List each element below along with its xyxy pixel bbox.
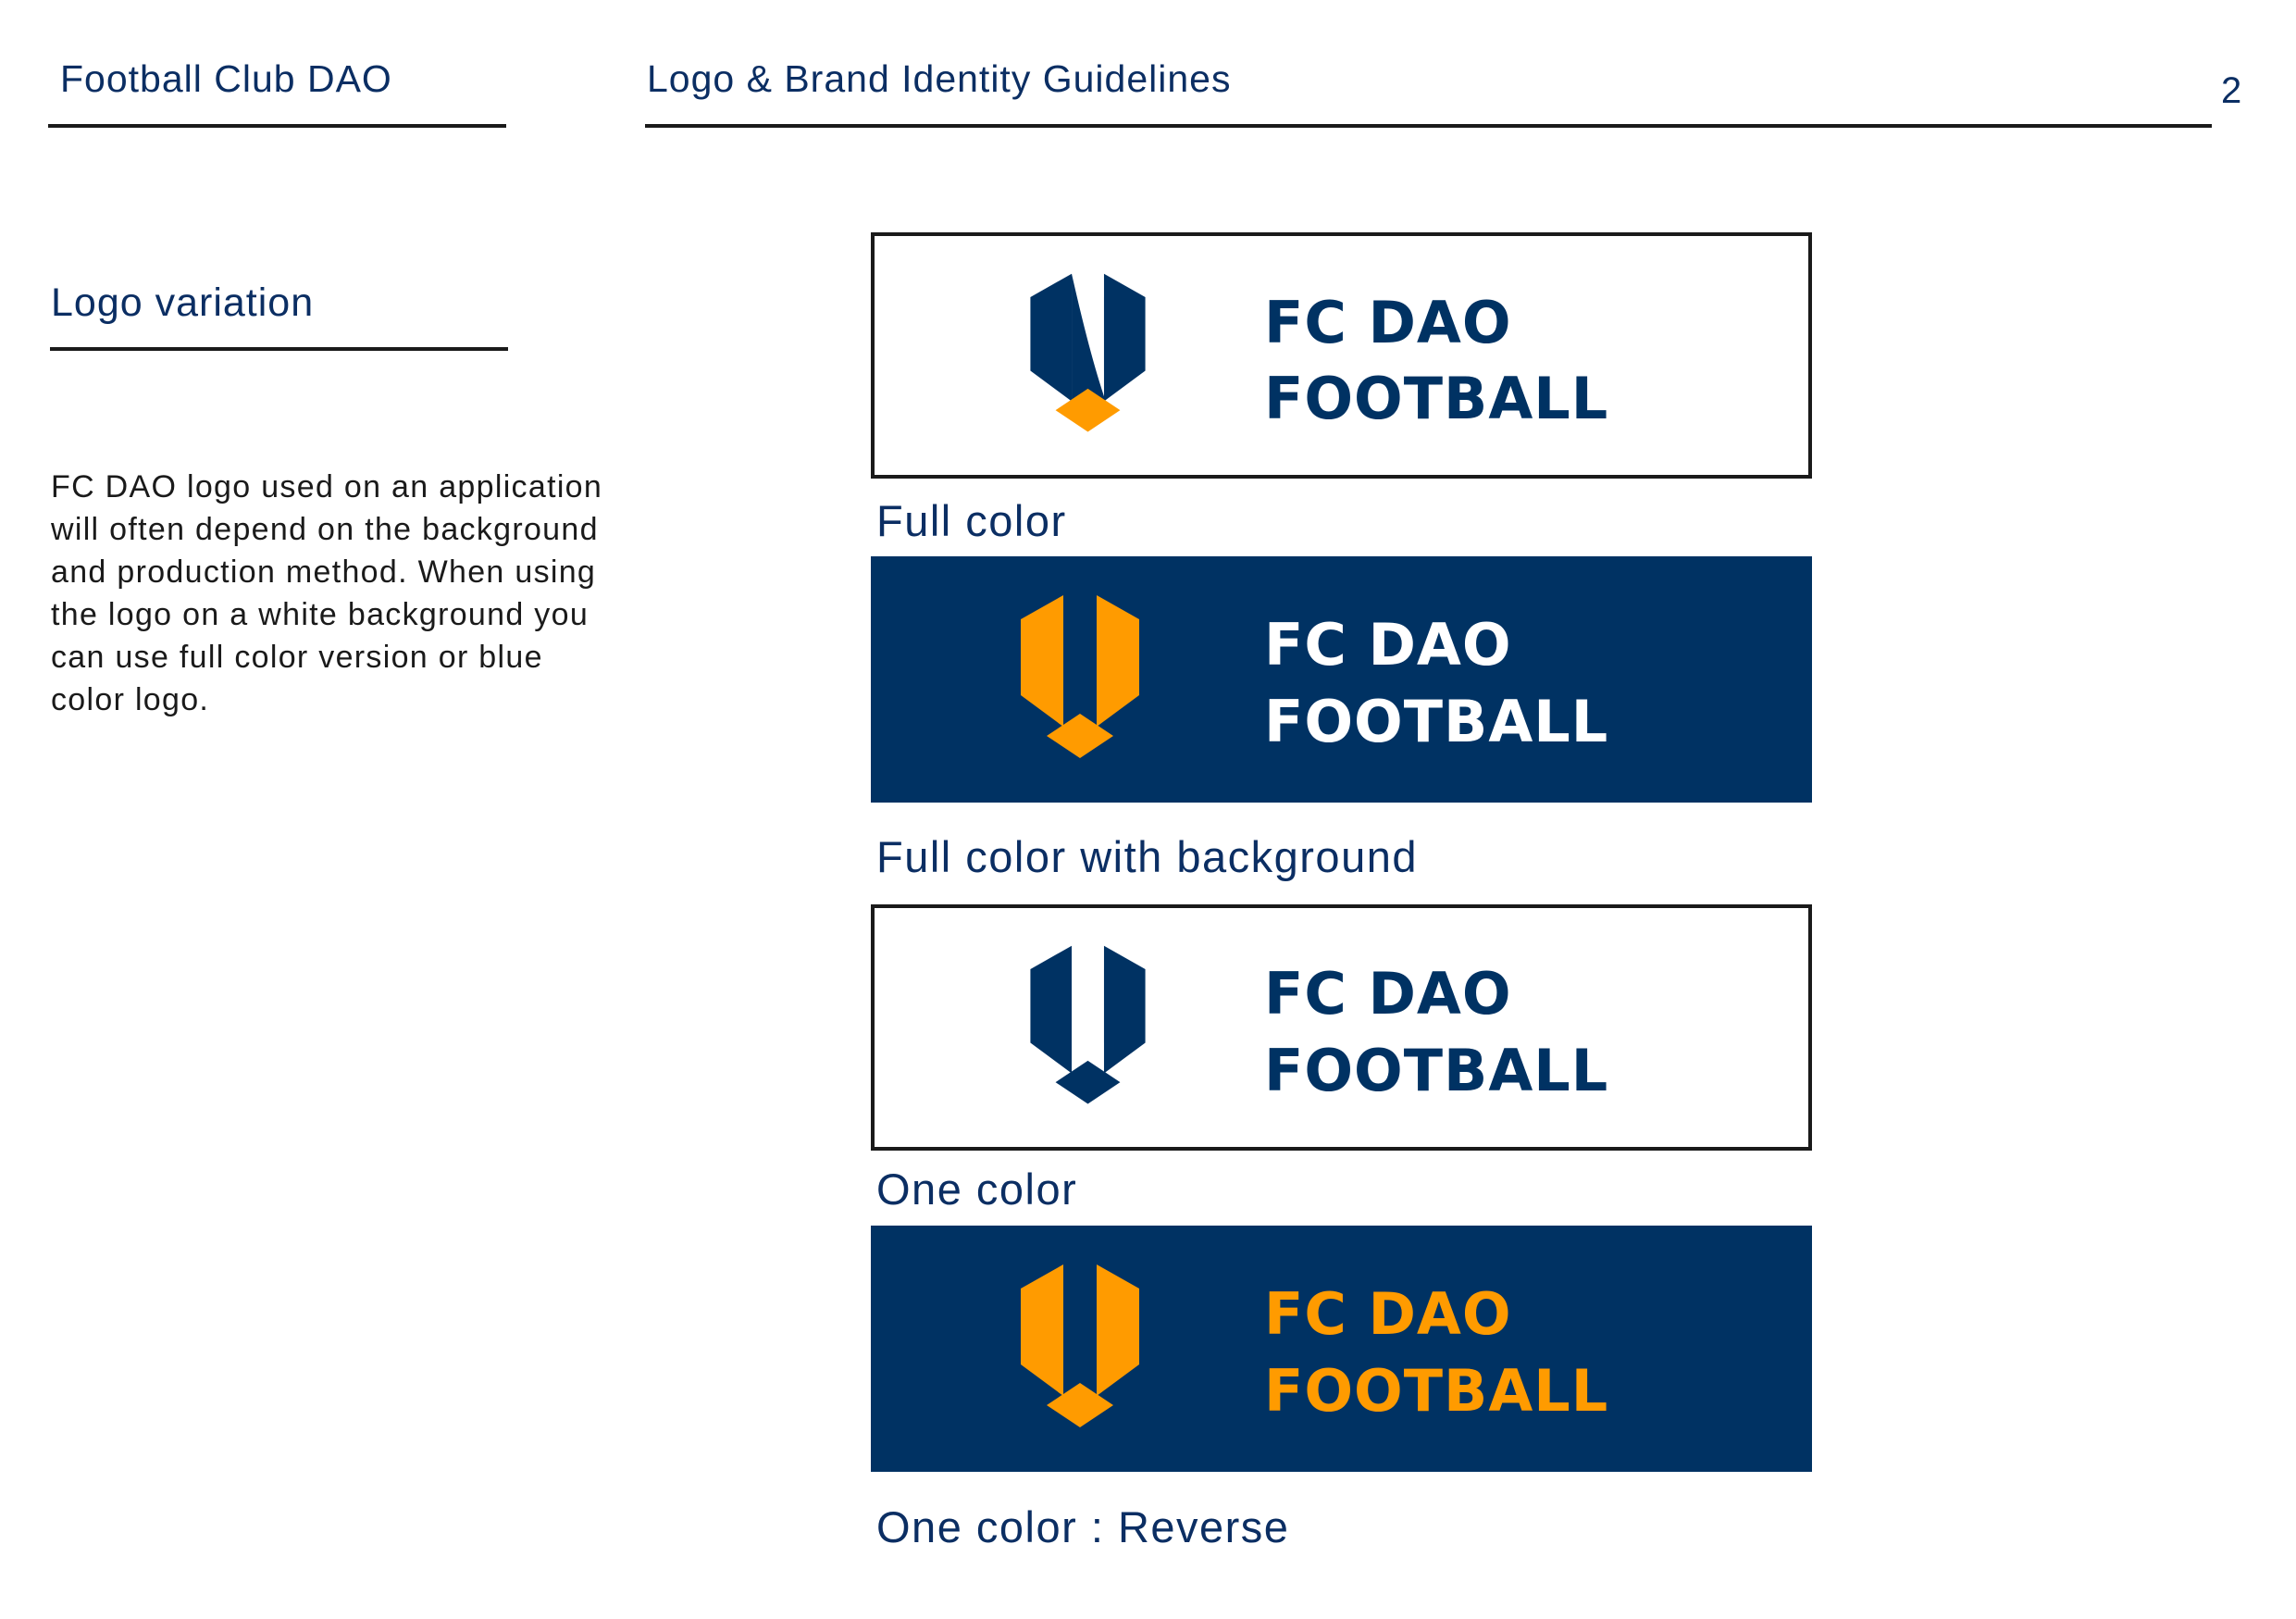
section-description: FC DAO logo used on an application will … — [51, 469, 603, 717]
caption-full-color-background: Full color with background — [876, 832, 1418, 881]
document-title: Logo & Brand Identity Guidelines — [647, 57, 1232, 100]
wordmark-line2: FOOTBALL — [1264, 688, 1609, 755]
page-number: 2 — [2221, 70, 2242, 111]
caption-one-color: One color — [876, 1164, 1078, 1214]
logo-panel-one-color — [871, 904, 1812, 1151]
logo-panel-one-color-reverse — [871, 1226, 1812, 1472]
wordmark-line2: FOOTBALL — [1264, 365, 1609, 432]
wordmark-line1: FC DAO — [1264, 289, 1512, 356]
header-divider-left — [48, 124, 506, 128]
wordmark-line1: FC DAO — [1264, 960, 1512, 1027]
wordmark-line2: FOOTBALL — [1264, 1037, 1609, 1104]
club-name: Football Club DAO — [60, 57, 392, 100]
fc-dao-emblem-icon — [1021, 1264, 1139, 1427]
logo-panel-full-color-background — [871, 556, 1812, 803]
header-divider-right — [645, 124, 2212, 128]
fc-dao-emblem-icon — [1030, 945, 1146, 1104]
section-title: Logo variation — [51, 280, 315, 325]
caption-full-color: Full color — [876, 496, 1067, 545]
section-title-underline — [50, 347, 508, 351]
wordmark-line2: FOOTBALL — [1264, 1357, 1609, 1425]
wordmark-line1: FC DAO — [1264, 1280, 1512, 1348]
fc-dao-emblem-icon — [1021, 595, 1139, 758]
wordmark-line1: FC DAO — [1264, 611, 1512, 679]
caption-one-color-reverse: One color : Reverse — [876, 1502, 1290, 1551]
